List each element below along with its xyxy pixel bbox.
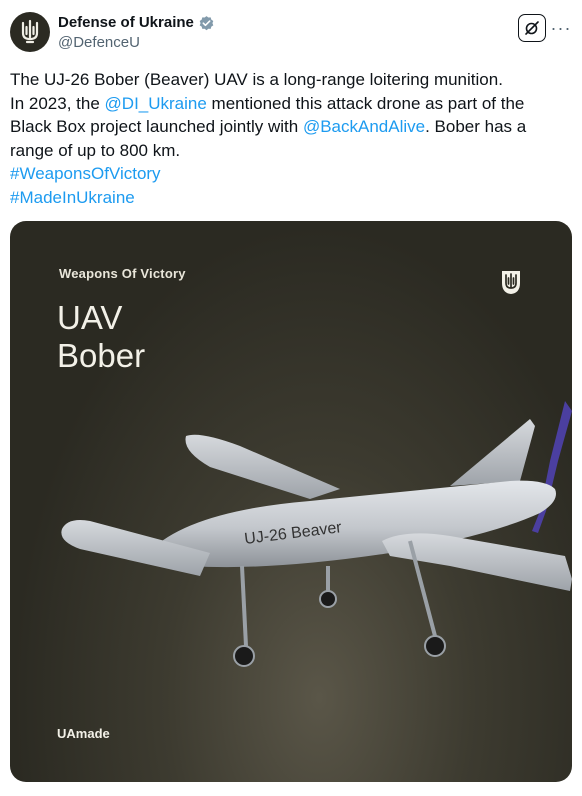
- tweet-line: #MadeInUkraine: [10, 186, 555, 210]
- media-card[interactable]: Weapons Of Victory UAV Bober UJ-26 Beave…: [10, 221, 572, 782]
- tweet-text: The UJ-26 Bober (Beaver) UAV is a long-r…: [10, 68, 555, 209]
- verified-badge-icon: [199, 15, 214, 30]
- mention-link-di-ukraine[interactable]: @DI_Ukraine: [105, 94, 207, 113]
- media-kicker: Weapons Of Victory: [59, 266, 186, 281]
- media-title-line: Bober: [57, 337, 146, 374]
- hashtag-link-madeinukraine[interactable]: #MadeInUkraine: [10, 188, 135, 207]
- tweet-line: range of up to 800 km.: [10, 140, 181, 160]
- grok-button[interactable]: [518, 14, 546, 42]
- author-handle[interactable]: @DefenceU: [58, 33, 215, 53]
- author-display-name[interactable]: Defense of Ukraine: [58, 13, 194, 33]
- tweet-text-fragment: . Bober has a: [425, 117, 527, 136]
- tweet-line: In 2023, the @DI_Ukraine mentioned this …: [10, 92, 555, 116]
- mention-link-backandalive[interactable]: @BackAndAlive: [303, 117, 425, 136]
- media-footer-label: UAmade: [57, 726, 110, 741]
- trident-emblem-icon: [21, 19, 39, 44]
- hashtag-link-weaponsofvictory[interactable]: #WeaponsOfVictory: [10, 164, 161, 183]
- drone-illustration: UJ-26 Beaver: [61, 401, 572, 667]
- author-avatar[interactable]: [10, 12, 50, 52]
- tweet-text-fragment: In 2023, the: [10, 93, 105, 113]
- author-names: Defense of Ukraine @DefenceU: [58, 13, 215, 53]
- grok-icon: [525, 21, 539, 35]
- media-title: UAV Bober: [57, 299, 145, 375]
- tweet-text-fragment: mentioned this attack drone as part of t…: [206, 93, 525, 113]
- tweet-line: The UJ-26 Bober (Beaver) UAV is a long-r…: [10, 70, 503, 89]
- tweet-header: Defense of Ukraine @DefenceU ···: [10, 12, 572, 56]
- tweet-text-fragment: Black Box project launched jointly with: [10, 117, 303, 136]
- more-options-button[interactable]: ···: [550, 14, 572, 42]
- author-display-name-row[interactable]: Defense of Ukraine: [58, 13, 215, 33]
- trident-emblem-icon: [502, 271, 520, 294]
- media-title-line: UAV: [57, 299, 123, 336]
- tweet-line: #WeaponsOfVictory: [10, 162, 555, 186]
- tweet-line: Black Box project launched jointly with …: [10, 115, 555, 139]
